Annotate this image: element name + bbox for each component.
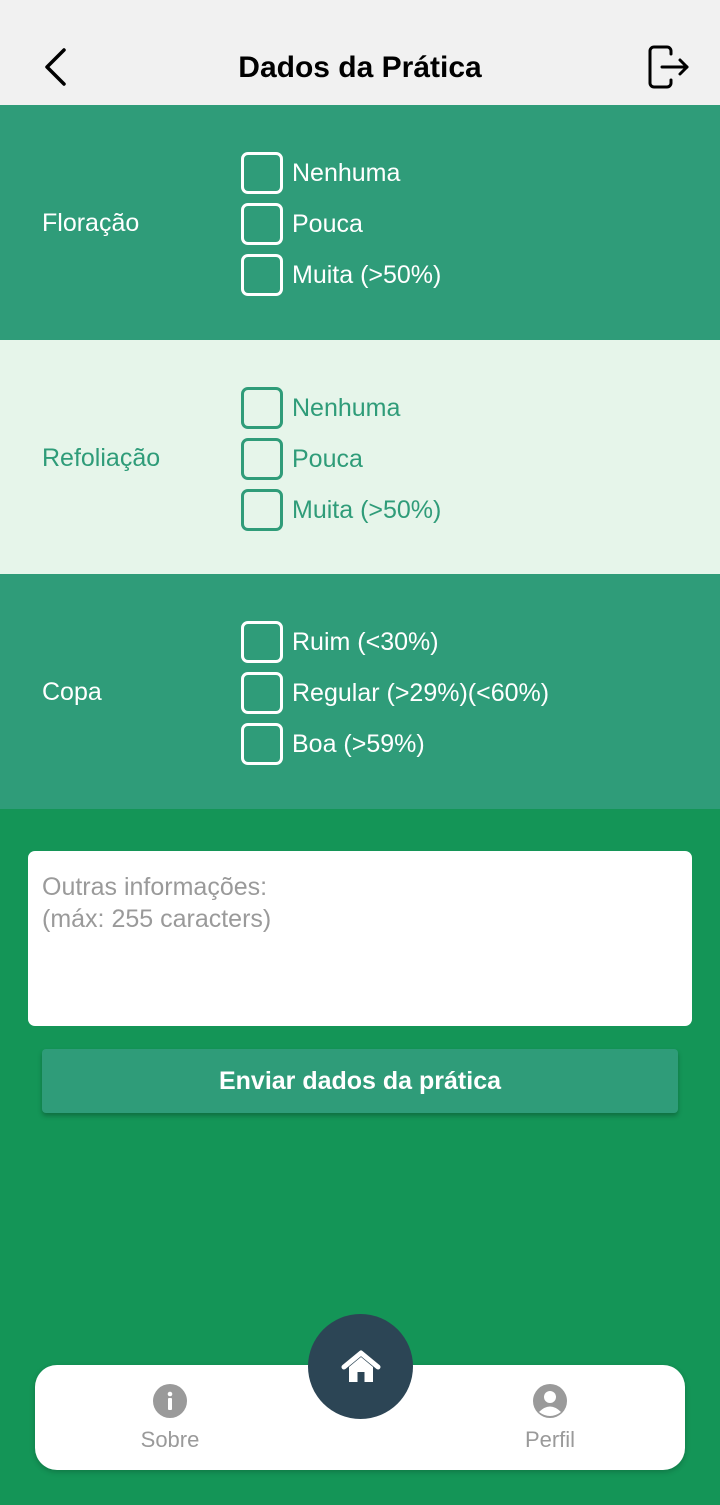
app-header: Dados da Prática [0,0,720,105]
option-refoliacao-nenhuma[interactable]: Nenhuma [241,387,400,429]
logout-button[interactable] [640,40,698,94]
home-icon [341,1350,380,1382]
checkbox[interactable] [241,254,283,296]
option-floracao-nenhuma[interactable]: Nenhuma [241,152,400,194]
section-refoliacao: Refoliação Nenhuma Pouca Muita (>50%) [0,340,720,574]
notes-field-container [28,851,692,1026]
checkbox[interactable] [241,152,283,194]
checkbox[interactable] [241,438,283,480]
option-label: Muita (>50%) [292,260,442,289]
checkbox[interactable] [241,672,283,714]
checkbox[interactable] [241,489,283,531]
option-refoliacao-pouca[interactable]: Pouca [241,438,363,480]
checkbox[interactable] [241,203,283,245]
nav-label-perfil: Perfil [524,1427,576,1452]
option-floracao-muita[interactable]: Muita (>50%) [241,254,441,296]
home-button[interactable] [308,1314,413,1419]
notes-textarea[interactable] [42,871,678,1006]
option-copa-boa[interactable]: Boa (>59%) [241,723,425,765]
checkbox[interactable] [241,723,283,765]
option-label: Nenhuma [292,393,401,422]
checkbox[interactable] [241,621,283,663]
checkbox[interactable] [241,387,283,429]
option-copa-ruim[interactable]: Ruim (<30%) [241,621,439,663]
option-floracao-pouca[interactable]: Pouca [241,203,363,245]
option-label: Pouca [292,209,363,238]
section-floracao: Floração Nenhuma Pouca Muita (>50%) [0,105,720,340]
info-icon [153,1384,187,1418]
option-refoliacao-muita[interactable]: Muita (>50%) [241,489,441,531]
option-label: Ruim (<30%) [292,627,439,656]
nav-item-sobre[interactable]: Sobre [90,1383,250,1453]
section-label-refoliacao: Refoliação [42,444,161,472]
section-label-floracao: Floração [42,209,140,237]
submit-button[interactable]: Enviar dados da prática [42,1049,678,1113]
option-label: Pouca [292,444,363,473]
option-copa-regular[interactable]: Regular (>29%)(<60%) [241,672,549,714]
section-copa: Copa Ruim (<30%) Regular (>29%)(<60%) Bo… [0,574,720,809]
section-label-copa: Copa [42,678,102,706]
option-label: Nenhuma [292,158,401,187]
nav-item-perfil[interactable]: Perfil [470,1383,630,1453]
option-label: Muita (>50%) [292,495,442,524]
user-icon [533,1384,567,1418]
option-label: Boa (>59%) [292,729,425,758]
option-label: Regular (>29%)(<60%) [292,678,550,707]
nav-label-sobre: Sobre [140,1427,200,1452]
logout-icon [648,45,689,89]
